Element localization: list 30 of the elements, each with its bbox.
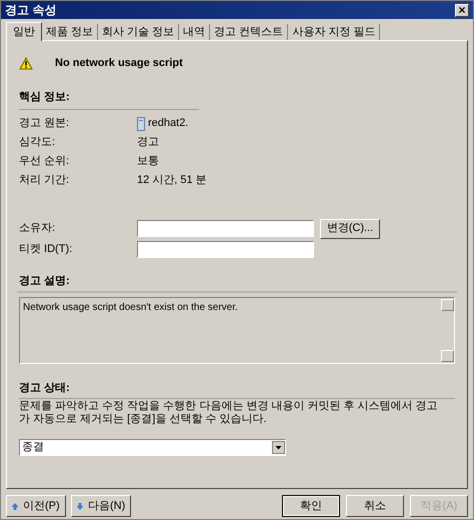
dialog-button[interactable]: 취소 (346, 495, 404, 518)
help-text: 문제를 파악하고 수정 작업을 수행한 다음에는 변경 내용이 커밋된 후 시스템에서 경고가 자동으로 제거되는 [종결]을 선택할 수 있습니다. (19, 400, 439, 426)
field-value: 보통 (137, 154, 159, 170)
field-value: 경고 (137, 135, 159, 150)
tab[interactable]: 내역 (179, 24, 210, 40)
close-button[interactable]: × (455, 4, 469, 16)
tab[interactable]: 사용자 지정 필드 (288, 24, 380, 40)
field-value: 12 시간, 51 분 (137, 173, 207, 188)
section-heading: 경고 설명: (19, 274, 70, 286)
tab[interactable]: 경고 컨텍스트 (210, 24, 288, 40)
tab[interactable]: 제품 정보 (42, 24, 98, 40)
description-text: Network usage script doesn't exist on the server. (22, 301, 239, 315)
status-dropdown[interactable]: 종결 (19, 438, 286, 456)
alert-name: No network usage script (55, 56, 183, 71)
section-heading: 핵심 정보: (19, 91, 70, 103)
window-title: 경고 속성 (5, 2, 56, 19)
field-label: 심각도: (19, 135, 56, 150)
field-label: 처리 기간: (19, 173, 70, 188)
field-label: 경고 원본: (19, 116, 70, 132)
tab[interactable]: 회사 기술 정보 (98, 24, 180, 40)
field-label: 티켓 ID(T): (19, 242, 74, 258)
change-button[interactable]: 변경(C)... (320, 218, 380, 238)
field-label: 소유자: (19, 221, 56, 236)
nav-button[interactable]: 이전(P) (6, 495, 66, 518)
dialog-button[interactable]: 확인 (282, 495, 340, 518)
field-label: 우선 순위: (19, 154, 70, 170)
nav-button[interactable]: 다음(N) (71, 495, 131, 518)
field-value: redhat2. (148, 116, 188, 132)
tab[interactable]: 일반 (6, 22, 42, 41)
section-heading: 경고 상태: (19, 382, 70, 394)
